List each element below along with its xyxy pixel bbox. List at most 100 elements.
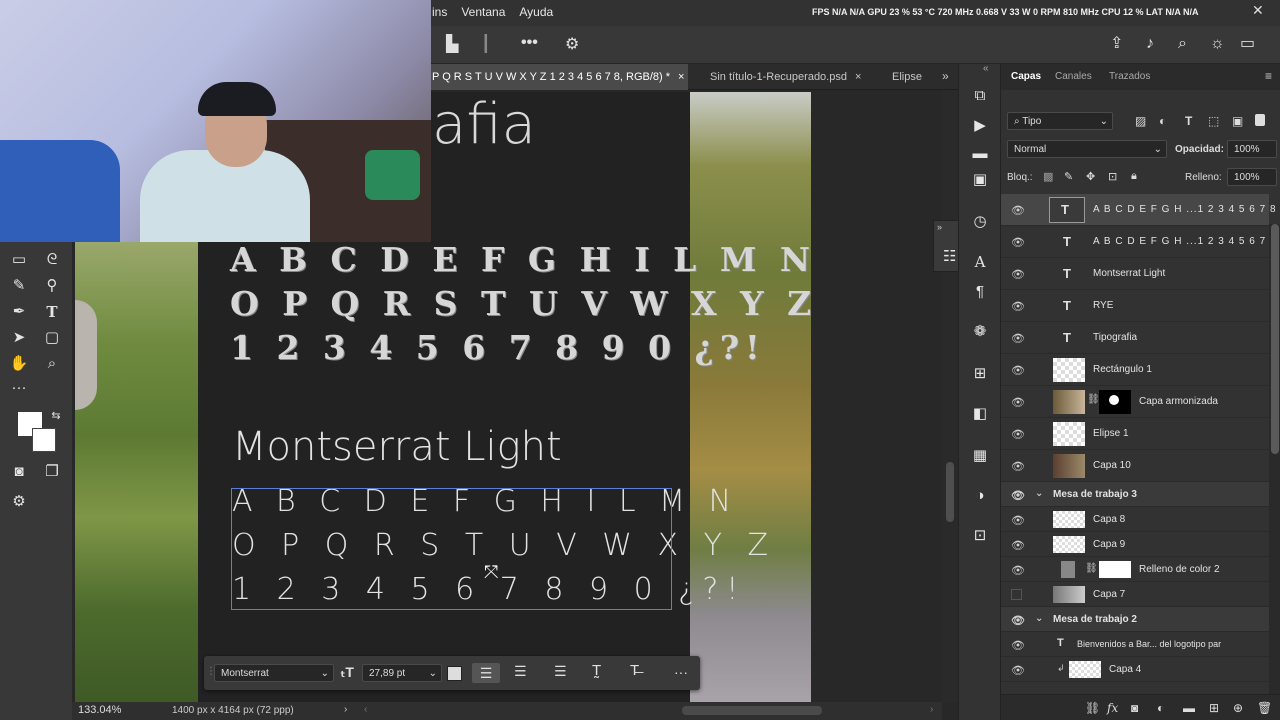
workspace-icon[interactable]: ▭	[1240, 36, 1255, 52]
layer-row[interactable]: 👁︎ T A B C D E F G H ...1 2 3 4 5 6 7 8	[1001, 226, 1276, 258]
comments-icon[interactable]: ▣	[970, 172, 990, 188]
collapse-icon[interactable]: »	[937, 222, 942, 232]
panel-menu-icon[interactable]: ≡	[1265, 69, 1272, 83]
align-right-icon[interactable]: ☰	[554, 663, 567, 680]
pen-tool-icon[interactable]: ✒	[9, 304, 29, 320]
eye-icon[interactable]: 👁︎	[1011, 539, 1025, 552]
character-panel-icon[interactable]: T̶	[630, 662, 639, 679]
menu-item-ayuda[interactable]: Ayuda	[519, 5, 553, 19]
tab-current-document[interactable]: P Q R S T U V W X Y Z 1 2 3 4 5 6 7 8, R…	[430, 64, 688, 90]
warp-text-icon[interactable]: T̰	[592, 662, 601, 679]
adjustments-icon[interactable]: ☷	[943, 247, 956, 265]
filter-adjustment-icon[interactable]: ◐	[1159, 114, 1166, 128]
more-options-icon[interactable]: •••	[521, 35, 538, 51]
rectangle-tool-icon[interactable]: ▢	[42, 330, 62, 346]
hidden-eye-slot[interactable]	[1011, 589, 1022, 600]
font-size-select[interactable]: 27,89 pt ⌄	[362, 664, 442, 682]
adjustment-layer-icon[interactable]: ◐	[1157, 701, 1164, 715]
menu-item-ventana[interactable]: Ventana	[461, 5, 505, 19]
layer-row[interactable]: 👁︎ ⛓ Relleno de color 2	[1001, 557, 1269, 582]
eye-icon[interactable]: 👁︎	[1011, 300, 1025, 313]
font-family-select[interactable]: Montserrat ⌄	[214, 664, 334, 682]
layer-row[interactable]: 👁︎ T Montserrat Light	[1001, 258, 1269, 290]
mask-thumbnail[interactable]	[1099, 561, 1131, 578]
layer-row[interactable]: 👁︎ Elipse 1	[1001, 418, 1269, 450]
hscroll-right-icon[interactable]: ›	[930, 704, 933, 715]
swatches-icon[interactable]: ◑	[970, 488, 990, 504]
eye-icon[interactable]: 👁︎	[1011, 396, 1025, 409]
eye-icon[interactable]: 👁︎	[1011, 514, 1025, 527]
eye-icon[interactable]: 👁︎	[1011, 268, 1025, 281]
text-color-swatch[interactable]	[447, 666, 462, 681]
more-tools-icon[interactable]: ···	[9, 380, 29, 396]
glyphs-icon[interactable]: ❁	[970, 324, 990, 340]
tab-trazados[interactable]: Trazados	[1109, 71, 1150, 82]
type-tool-icon[interactable]: T	[42, 304, 62, 320]
link-layers-icon[interactable]: ⛓	[1085, 701, 1100, 715]
gradients-icon[interactable]: ◧	[970, 406, 990, 422]
paragraph-icon[interactable]: ¶	[970, 284, 990, 300]
menu-item-plugins[interactable]: ins	[432, 5, 447, 19]
brush-tool-icon[interactable]: ✎	[9, 278, 29, 294]
close-icon[interactable]: ✕	[1252, 2, 1264, 19]
layers-scrollbar[interactable]	[1269, 224, 1280, 694]
link-icon[interactable]: ⛓	[1087, 394, 1100, 405]
gear-icon[interactable]: ⚙	[565, 37, 579, 53]
background-color-swatch[interactable]	[32, 428, 56, 452]
layer-group-row[interactable]: 👁︎ ⌄ Mesa de trabajo 2	[1001, 607, 1269, 632]
layer-row[interactable]: 👁︎ T Bienvenidos a Bar... del logotipo p…	[1001, 632, 1269, 657]
eye-icon[interactable]: 👁︎	[1011, 332, 1025, 345]
blend-mode-select[interactable]: Normal ⌄	[1007, 140, 1167, 158]
layer-group-row[interactable]: 👁︎ ⌄ Mesa de trabajo 3	[1001, 482, 1269, 507]
history-brush-icon[interactable]: ⧉	[970, 88, 990, 104]
mask-thumbnail[interactable]	[1099, 390, 1131, 414]
vertical-scroll-thumb[interactable]	[946, 462, 954, 522]
eye-icon[interactable]: 👁︎	[1011, 564, 1025, 577]
libraries-icon[interactable]: ▬	[970, 146, 990, 162]
new-layer-icon[interactable]: ⊕	[1233, 701, 1243, 715]
layer-row[interactable]: 👁︎ T Tipografia	[1001, 322, 1269, 354]
lightbulb-icon[interactable]: ☼	[1210, 36, 1225, 52]
lock-transparent-icon[interactable]: ▩	[1043, 170, 1053, 183]
eye-icon[interactable]: 👁︎	[1011, 460, 1025, 473]
link-icon[interactable]: ⛓	[1085, 563, 1098, 574]
lock-artboard-icon[interactable]: ⊡	[1108, 170, 1117, 183]
eye-icon[interactable]: 👁︎	[1011, 664, 1025, 677]
search-icon[interactable]: ⌕	[1178, 36, 1187, 52]
character-icon[interactable]: A	[970, 254, 990, 270]
marquee-tool-icon[interactable]: ▭	[9, 252, 29, 268]
share-icon[interactable]: ⇪	[1110, 36, 1123, 52]
filter-image-icon[interactable]: ▨	[1135, 114, 1146, 128]
eyedropper-tool-icon[interactable]: ⚲	[42, 278, 62, 294]
tab-elipse[interactable]: Elipse	[882, 64, 932, 90]
align-center-icon[interactable]: ☰	[514, 663, 527, 680]
tabs-overflow-icon[interactable]: »	[942, 69, 949, 83]
opacity-input[interactable]: 100%	[1227, 140, 1277, 158]
layer-row[interactable]: 👁︎ T RYE	[1001, 290, 1269, 322]
strip-collapse-icon[interactable]: «	[983, 63, 989, 74]
lock-position-icon[interactable]: ✥	[1086, 170, 1095, 183]
add-mask-icon[interactable]: ◙	[1131, 701, 1138, 715]
eye-icon[interactable]: 👁︎	[1011, 614, 1025, 627]
align-left-icon[interactable]: ☰	[472, 663, 500, 683]
tab-sin-titulo[interactable]: Sin título-1-Recuperado.psd ×	[702, 64, 872, 90]
filter-type-icon[interactable]: T	[1185, 114, 1192, 128]
eye-icon[interactable]: 👁︎	[1011, 204, 1025, 217]
lasso-tool-icon[interactable]: ᘓ	[42, 252, 62, 268]
layer-row[interactable]: 👁︎ Capa 9	[1001, 532, 1269, 557]
fill-input[interactable]: 100%	[1227, 168, 1277, 186]
extra-tool-icon[interactable]: ⚙	[9, 494, 29, 510]
filter-smart-icon[interactable]: ▣	[1232, 114, 1243, 128]
more-icon[interactable]: ···	[674, 664, 688, 680]
vertical-scrollbar[interactable]	[942, 90, 958, 702]
layer-row[interactable]: 👁︎ Capa 8	[1001, 507, 1269, 532]
status-arrow-icon[interactable]: ›	[344, 704, 347, 715]
layer-row[interactable]: 👁︎ Capa 10	[1001, 450, 1269, 482]
fx-icon[interactable]: fx	[1107, 701, 1118, 715]
zoom-tool-icon[interactable]: ⌕	[42, 356, 62, 372]
hand-tool-icon[interactable]: ✋	[9, 356, 29, 372]
history-icon[interactable]: ◷	[970, 214, 990, 230]
path-select-tool-icon[interactable]: ➤	[9, 330, 29, 346]
layer-row[interactable]: Capa 7	[1001, 582, 1269, 607]
tables-icon[interactable]: ⊞	[970, 366, 990, 382]
